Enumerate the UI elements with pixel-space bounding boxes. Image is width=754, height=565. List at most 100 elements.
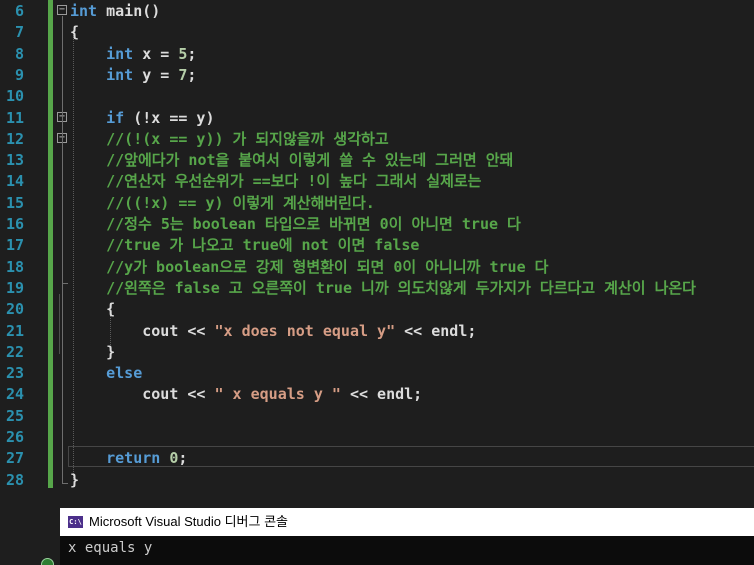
code-token: int [70,2,98,20]
code-line[interactable]: 11 if (!x == y) [0,108,754,129]
line-number: 14 [5,172,24,191]
code-token: x = [133,44,179,63]
code-line[interactable]: 6 int main() [0,1,754,22]
code-line[interactable]: 25 [0,406,754,427]
console-title: Microsoft Visual Studio 디버그 콘솔 [89,514,289,529]
line-number: 17 [5,236,24,255]
line-code: else [70,363,142,384]
code-line[interactable]: 13 //앞에다가 not을 붙여서 이렇게 쓸 수 있는데 그러면 안돼 [0,150,754,171]
line-code: } [70,342,115,363]
code-token: ; [178,449,188,468]
debug-console-window[interactable]: C:\ Microsoft Visual Studio 디버그 콘솔 x equ… [60,508,754,565]
line-number: 7 [14,23,24,42]
code-line[interactable]: 12 //(!(x == y)) 가 되지않을까 생각하고 [0,129,754,150]
console-app-icon: C:\ [68,516,83,528]
line-code: //((!x) == y) 이렇게 계산해버린다. [70,193,375,214]
code-line[interactable]: 22 } [0,342,754,363]
code-token: } [70,342,116,361]
code-editor[interactable]: − − − 6int main()7{8 int x = 5;9 int y =… [0,0,754,490]
line-number: 27 [5,449,24,468]
code-token: { [70,23,80,42]
line-code: int x = 5; [70,44,196,65]
code-token: y = [133,65,179,84]
code-line[interactable]: 19 //왼쪽은 false 고 오른쪽이 true 니까 의도치않게 두가지가… [0,278,754,299]
code-token: << endl; [395,321,477,340]
line-number: 6 [14,2,24,20]
code-token: if [106,108,125,127]
line-number: 24 [5,385,24,404]
code-token: return [106,449,161,468]
line-code: cout << "x does not equal y" << endl; [70,321,476,342]
line-code: //연산자 우선순위가 ==보다 !이 높다 그래서 실제로는 [70,171,481,192]
line-number: 23 [5,364,24,383]
code-token: //앞에다가 not을 붙여서 이렇게 쓸 수 있는데 그러면 안돼 [106,151,514,170]
code-token: " x equals y " [214,385,341,404]
code-line[interactable]: 26 [0,427,754,448]
code-token: //((!x) == y) 이렇게 계산해버린다. [106,193,375,212]
line-number: 13 [5,151,24,170]
code-token: "x does not equal y" [214,321,396,340]
line-number: 9 [14,65,24,84]
code-token: } [70,470,80,489]
code-token: { [70,300,116,319]
console-output: x equals y [68,540,153,556]
code-line[interactable]: 23 else [0,363,754,384]
line-number: 16 [5,215,24,233]
console-titlebar[interactable]: C:\ Microsoft Visual Studio 디버그 콘솔 [60,508,754,536]
code-token: //연산자 우선순위가 ==보다 !이 높다 그래서 실제로는 [106,172,482,191]
line-code: //왼쪽은 false 고 오른쪽이 true 니까 의도치않게 두가지가 다르… [70,278,696,299]
line-number: 8 [14,44,24,63]
line-number: 10 [5,87,24,106]
code-token: //true 가 나오고 true에 not 이면 false [106,236,420,255]
line-code: //(!(x == y)) 가 되지않을까 생각하고 [70,129,389,150]
line-number: 22 [5,342,24,361]
code-line[interactable]: 7{ [0,22,754,43]
line-code: int main() [70,1,160,22]
code-token: << endl; [340,385,423,404]
code-token: int [106,44,134,63]
code-token: main() [97,2,161,20]
line-code: //y가 boolean으로 강제 형변환이 되면 0이 아니니까 true 다 [70,257,548,278]
code-token: //y가 boolean으로 강제 형변환이 되면 0이 아니니까 true 다 [106,257,549,276]
line-code: //앞에다가 not을 붙여서 이렇게 쓸 수 있는데 그러면 안돼 [70,150,513,171]
code-token: ; [187,44,197,63]
code-line[interactable]: 8 int x = 5; [0,44,754,65]
code-token: cout << [70,385,215,404]
code-line[interactable]: 10 [0,86,754,107]
code-line[interactable]: 27 return 0; [0,448,754,469]
code-line[interactable]: 18 //y가 boolean으로 강제 형변환이 되면 0이 아니니까 tru… [0,257,754,278]
code-token: cout << [70,321,215,340]
line-number: 19 [5,278,24,297]
code-line[interactable]: 28} [0,470,754,491]
line-number: 12 [5,129,24,148]
line-code: if (!x == y) [70,108,214,129]
line-code: cout << " x equals y " << endl; [70,384,422,405]
status-ok-icon [41,558,54,565]
code-line[interactable]: 16 //정수 5는 boolean 타입으로 바뀌면 0이 아니면 true … [0,214,754,235]
code-line[interactable]: 24 cout << " x equals y " << endl; [0,384,754,405]
code-line[interactable]: 15 //((!x) == y) 이렇게 계산해버린다. [0,193,754,214]
code-line[interactable]: 21 cout << "x does not equal y" << endl; [0,321,754,342]
code-line[interactable]: 14 //연산자 우선순위가 ==보다 !이 높다 그래서 실제로는 [0,171,754,192]
code-line[interactable]: 9 int y = 7; [0,65,754,86]
code-line[interactable]: 17 //true 가 나오고 true에 not 이면 false [0,235,754,256]
code-token: int [106,65,134,84]
line-code: { [70,299,115,320]
code-token: //왼쪽은 false 고 오른쪽이 true 니까 의도치않게 두가지가 다르… [106,278,696,297]
line-code: int y = 7; [70,65,196,86]
line-number: 28 [5,470,24,489]
code-line[interactable]: 20 { [0,299,754,320]
line-number: 11 [5,108,24,127]
